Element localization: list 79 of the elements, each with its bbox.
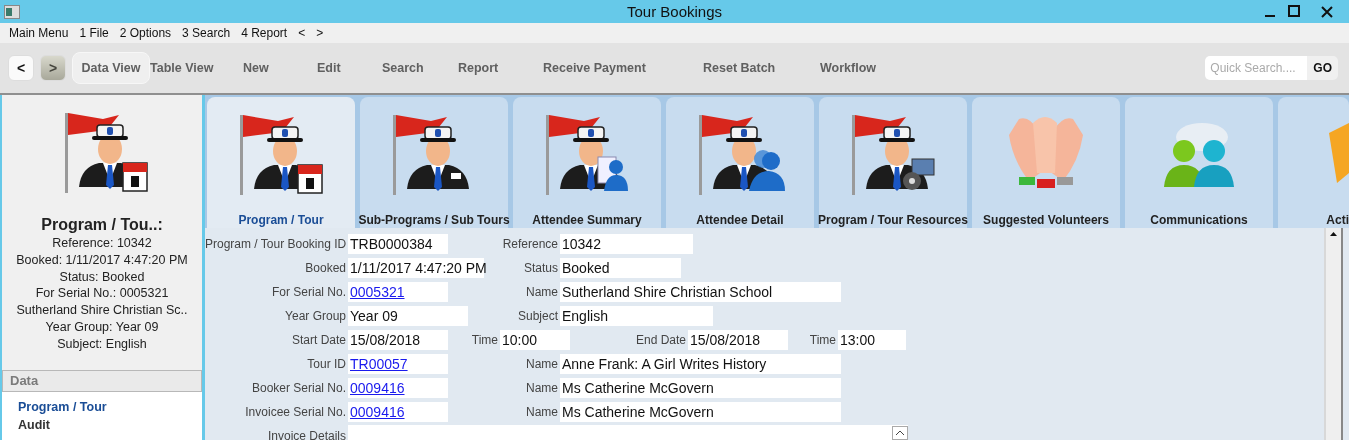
toolbar-button[interactable]: Workflow: [820, 52, 877, 84]
tab[interactable]: Program / Tour: [207, 97, 355, 228]
field: TRB0000384: [348, 234, 448, 254]
app-icon: [4, 4, 20, 19]
nav-item[interactable]: Program / Tour: [18, 398, 107, 416]
field: English: [560, 306, 713, 326]
field: Booked: [560, 258, 681, 278]
link[interactable]: 0009416: [350, 404, 405, 420]
summary-title: Program / Tou..:: [41, 215, 163, 235]
field-label: Status: [522, 261, 559, 275]
field-label: Time: [808, 333, 837, 347]
field-label: Name: [525, 357, 559, 371]
field-label: Name: [525, 405, 559, 419]
menu-item[interactable]: 3 Search: [182, 26, 231, 40]
tab[interactable]: Sub-Programs / Sub Tours: [360, 97, 508, 228]
field: Ms Catherine McGovern: [560, 378, 841, 398]
toolbar-button[interactable]: Table View: [150, 52, 214, 84]
field-label: Booked: [304, 261, 347, 275]
field: Anne Frank: A Girl Writes History: [560, 354, 841, 374]
field: 15/08/2018: [688, 330, 788, 350]
field: 10:00: [500, 330, 570, 350]
menu-item[interactable]: >: [316, 26, 324, 40]
field-label: End Date: [634, 333, 687, 347]
summary-line: Booked: 1/11/2017 4:47:20 PM: [16, 251, 188, 269]
quick-search-field[interactable]: Quick Search....: [1205, 56, 1308, 80]
field-label: Subject: [516, 309, 559, 323]
toolbar-button[interactable]: Search: [382, 52, 424, 84]
field: Year 09: [348, 306, 468, 326]
toolbar-button[interactable]: Data View: [72, 52, 150, 84]
field: 13:00: [838, 330, 906, 350]
summary-line: Status: Booked: [59, 268, 145, 286]
section-header: Data: [2, 370, 202, 392]
summary-line: For Serial No.: 0005321: [35, 285, 169, 303]
summary-line: Sutherland Shire Christian Sc..: [16, 302, 188, 319]
field: 15/08/2018: [348, 330, 448, 350]
toolbar-button[interactable]: Edit: [317, 52, 341, 84]
field-label: Tour ID: [306, 357, 347, 371]
summary-line: Reference: 10342: [52, 235, 152, 252]
menu-item[interactable]: 1 File: [79, 26, 109, 40]
link[interactable]: 0005321: [350, 284, 405, 300]
field: Sutherland Shire Christian School: [560, 282, 841, 302]
tab[interactable]: Attendee Summary: [513, 97, 661, 228]
back-button[interactable]: <: [8, 55, 34, 81]
toolbar-button[interactable]: Report: [458, 52, 499, 84]
scroll-up-icon[interactable]: [892, 426, 908, 440]
menu-item[interactable]: <: [298, 26, 306, 40]
field-label: Start Date: [290, 333, 347, 347]
toolbar-button[interactable]: New: [243, 52, 269, 84]
field-label: Time: [470, 333, 499, 347]
window-title: Tour Bookings: [625, 3, 724, 20]
field: 1/11/2017 4:47:20 PM: [348, 258, 484, 278]
field-label: Reference: [501, 237, 559, 251]
link[interactable]: TR00057: [350, 356, 408, 372]
field-label: Year Group: [284, 309, 347, 323]
tab[interactable]: Attendee Detail: [666, 97, 814, 228]
scroll-bar[interactable]: [1324, 228, 1343, 440]
field-label: Name: [525, 285, 559, 299]
tab[interactable]: Suggested Volunteers: [972, 97, 1120, 228]
field-label: Booker Serial No.: [250, 381, 347, 395]
tab[interactable]: Communications: [1125, 97, 1273, 228]
field-label: For Serial No.: [270, 285, 347, 299]
field-label: Name: [525, 381, 559, 395]
summary-line: Year Group: Year 09: [45, 319, 159, 336]
field: Ms Catherine McGovern: [560, 402, 841, 422]
tab[interactable]: Acti: [1278, 97, 1349, 228]
menu-item[interactable]: 2 Options: [119, 26, 172, 40]
menu-item[interactable]: 4 Report: [241, 26, 288, 40]
field-label: Program / Tour Booking ID: [205, 237, 348, 251]
link[interactable]: 0009416: [350, 380, 405, 396]
toolbar-button[interactable]: Reset Batch: [703, 52, 776, 84]
nav-item[interactable]: Audit: [18, 416, 50, 434]
tab[interactable]: Program / Tour Resources: [819, 97, 967, 228]
field-label: Invoice Details: [266, 429, 347, 440]
go-button[interactable]: GO: [1307, 56, 1338, 80]
toolbar-button[interactable]: Receive Payment: [543, 52, 646, 84]
menu-item[interactable]: Main Menu: [9, 26, 69, 40]
field: 10342: [560, 234, 693, 254]
field-label: Invoicee Serial No.: [244, 405, 347, 419]
summary-line: Subject: English: [57, 335, 147, 353]
